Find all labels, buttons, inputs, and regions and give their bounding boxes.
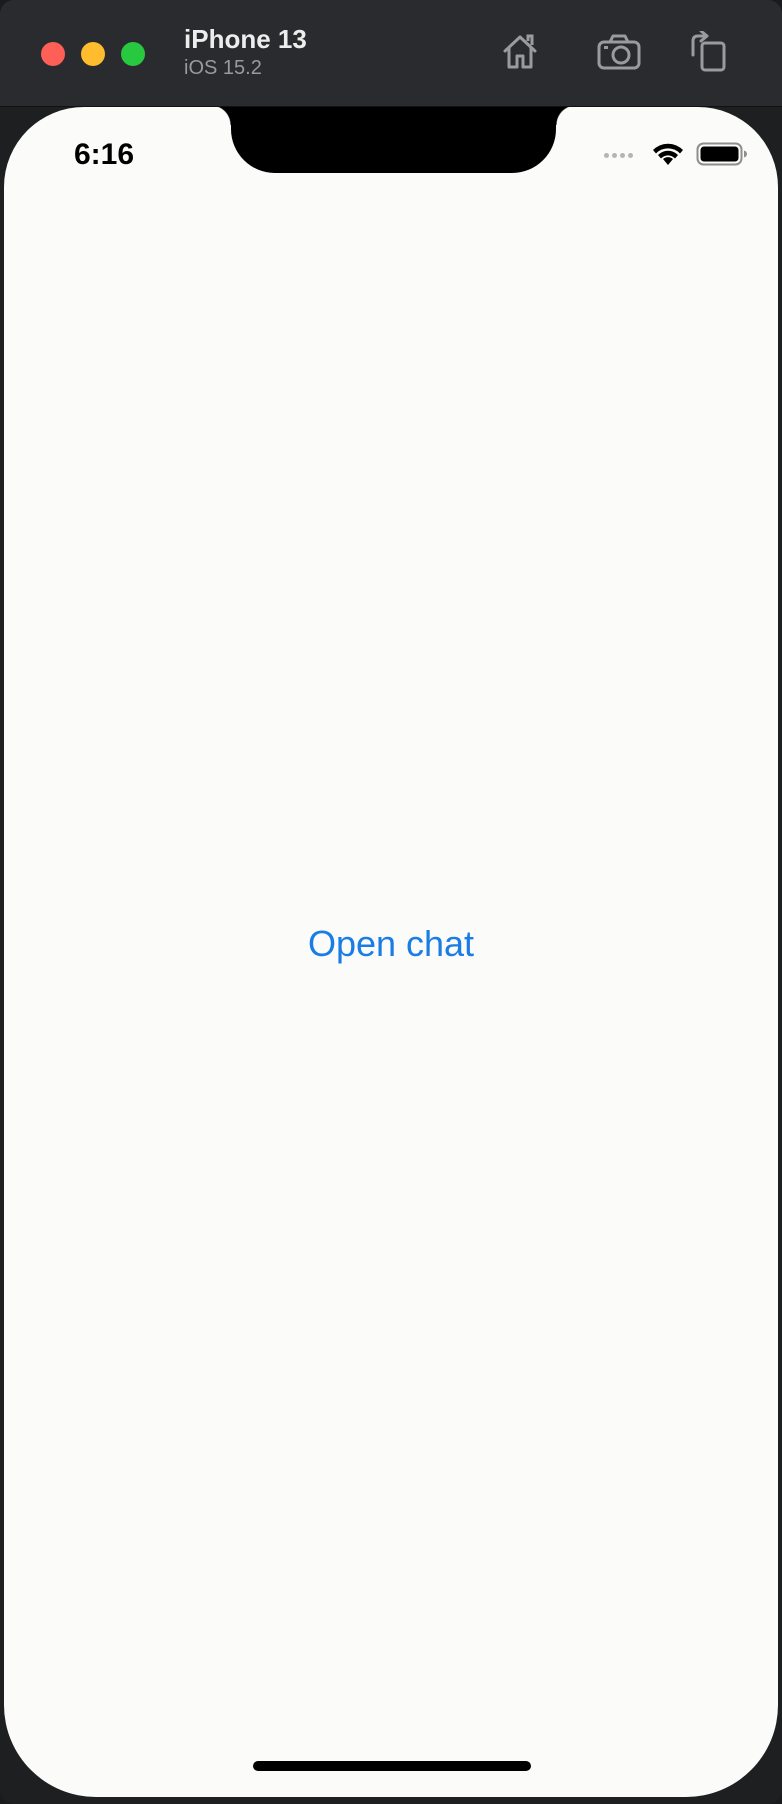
wifi-icon — [653, 143, 683, 165]
home-button[interactable] — [496, 30, 544, 74]
home-indicator[interactable] — [253, 1761, 531, 1771]
cellular-signal-icon — [604, 153, 633, 158]
rotate-button[interactable] — [684, 30, 732, 74]
screenshot-camera-icon — [597, 34, 641, 70]
title-bar: iPhone 13 iOS 15.2 — [0, 0, 782, 107]
device-os-version: iOS 15.2 — [184, 57, 262, 79]
status-icons — [604, 141, 754, 169]
open-chat-button[interactable]: Open chat — [4, 922, 778, 966]
close-window-button[interactable] — [41, 42, 65, 66]
simulator-window: iPhone 13 iOS 15.2 6:16 Open chat — [0, 0, 782, 1804]
device-screen: 6:16 Open chat — [4, 107, 778, 1797]
rotate-device-icon — [691, 31, 726, 72]
status-time: 6:16 — [74, 138, 135, 171]
device-notch — [211, 107, 576, 173]
battery-icon — [696, 142, 747, 166]
home-icon — [503, 34, 537, 69]
device-name: iPhone 13 — [184, 24, 307, 54]
minimize-window-button[interactable] — [81, 42, 105, 66]
screenshot-button[interactable] — [595, 30, 643, 74]
zoom-window-button[interactable] — [121, 42, 145, 66]
